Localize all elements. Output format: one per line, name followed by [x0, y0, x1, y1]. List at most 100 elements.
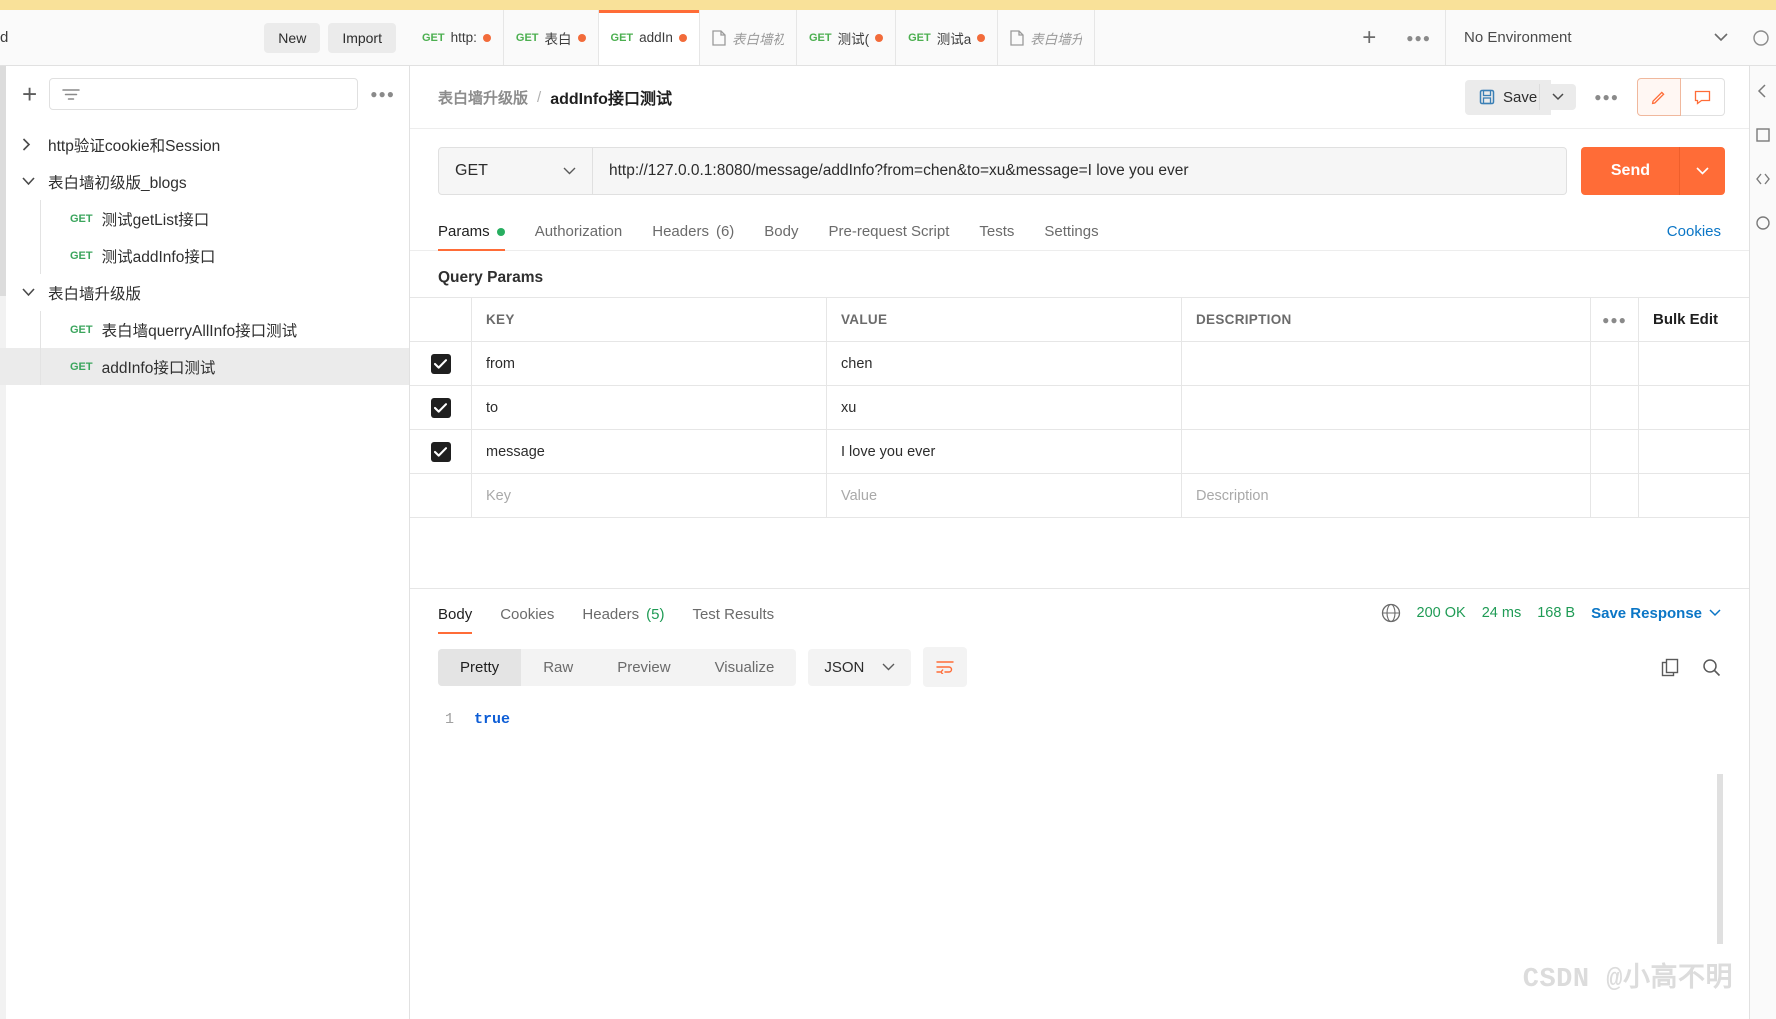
- params-options-button[interactable]: ●●●: [1591, 298, 1639, 341]
- request-tab-tests[interactable]: Tests: [979, 223, 1014, 250]
- tree-request-3[interactable]: GET 测试addInfo接口: [0, 237, 409, 274]
- tab-label: Body: [764, 223, 799, 240]
- request-tab-3[interactable]: 表白墙初: [699, 10, 797, 65]
- param-key-input[interactable]: from: [472, 342, 827, 385]
- response-tab-headers[interactable]: Headers (5): [582, 606, 664, 633]
- view-mode-visualize[interactable]: Visualize: [693, 649, 797, 686]
- sidebar-filter-input[interactable]: [49, 78, 359, 110]
- request-tab-5[interactable]: GET 测试a: [896, 10, 999, 65]
- request-tab-4[interactable]: GET 测试(: [796, 10, 897, 65]
- view-mode-raw[interactable]: Raw: [521, 649, 595, 686]
- header-right-icon-slot[interactable]: [1746, 10, 1776, 65]
- tab-count: (5): [646, 606, 665, 623]
- bulk-edit-button[interactable]: Bulk Edit: [1639, 298, 1749, 341]
- request-tab-body[interactable]: Body: [764, 223, 798, 250]
- word-wrap-button[interactable]: [923, 647, 968, 687]
- expand-toggle[interactable]: [22, 288, 48, 297]
- rail-code-icon[interactable]: [1756, 172, 1770, 186]
- edit-mode-button[interactable]: [1637, 78, 1681, 116]
- breadcrumb-collection[interactable]: 表白墙升级版: [438, 87, 528, 108]
- chevron-down-icon: [563, 167, 576, 175]
- request-tab-2[interactable]: GET addIn: [598, 10, 700, 65]
- response-tab-cookies[interactable]: Cookies: [500, 606, 554, 633]
- tab-options-button[interactable]: ●●●: [1392, 10, 1446, 65]
- request-tab-settings[interactable]: Settings: [1044, 223, 1098, 250]
- param-key-input[interactable]: message: [472, 430, 827, 473]
- breadcrumb-request-name[interactable]: addInfo接口测试: [550, 85, 672, 109]
- param-checkbox[interactable]: [430, 441, 451, 462]
- tree-collection-1[interactable]: 表白墙初级版_blogs: [0, 163, 409, 200]
- copy-button[interactable]: [1661, 658, 1680, 677]
- request-tab-1[interactable]: GET 表白‌: [503, 10, 599, 65]
- tree-item-method: GET: [70, 249, 93, 262]
- query-params-title: Query Params: [438, 269, 544, 286]
- response-body-actions: [1661, 658, 1721, 677]
- request-tab-headers[interactable]: Headers (6): [652, 223, 734, 250]
- param-key-input[interactable]: to: [472, 386, 827, 429]
- expand-toggle[interactable]: [22, 138, 48, 151]
- tree-item-label: http验证cookie和Session: [48, 137, 221, 155]
- save-button-label: Save: [1503, 88, 1538, 106]
- select-all-cell[interactable]: [410, 298, 472, 341]
- sidebar: + ●●● http验证cookie和Session 表白墙初级版_blogs GE…: [0, 66, 410, 1019]
- view-mode-pretty[interactable]: Pretty: [438, 648, 522, 686]
- new-param-value-input[interactable]: Value: [827, 474, 1182, 517]
- request-tab-authorization[interactable]: Authorization: [535, 223, 623, 250]
- view-mode-preview[interactable]: Preview: [595, 649, 692, 686]
- cookies-link[interactable]: Cookies: [1667, 223, 1721, 250]
- new-tab-button[interactable]: +: [1346, 10, 1392, 65]
- tree-request-2[interactable]: GET 测试getList接口: [0, 200, 409, 237]
- new-button[interactable]: New: [264, 22, 321, 53]
- tree-request-6[interactable]: GET addInfo接口测试: [0, 348, 409, 385]
- rail-layout-icon[interactable]: [1756, 128, 1770, 142]
- url-input[interactable]: http://127.0.0.1:8080/message/addInfo?fr…: [593, 147, 1567, 195]
- unsaved-indicator-icon: [875, 33, 884, 42]
- response-body-scrollbar[interactable]: [1717, 774, 1723, 944]
- import-button[interactable]: Import: [328, 22, 396, 53]
- tab-title: http:: [450, 30, 477, 45]
- header-truncated-label: d: [0, 29, 9, 46]
- rail-back-icon[interactable]: [1756, 84, 1770, 98]
- send-options-button[interactable]: [1679, 147, 1725, 195]
- unsaved-indicator-icon: [977, 33, 986, 42]
- request-more-button[interactable]: ●●●: [1588, 90, 1625, 104]
- new-param-description-input[interactable]: Description: [1182, 474, 1591, 517]
- tree-collection-0[interactable]: http验证cookie和Session: [0, 126, 409, 163]
- send-button[interactable]: Send: [1580, 147, 1680, 195]
- save-options-button[interactable]: [1539, 84, 1577, 110]
- view-mode-toggle-group: [1637, 78, 1725, 116]
- param-value-input[interactable]: I love you ever: [827, 430, 1182, 473]
- sidebar-add-button[interactable]: +: [22, 79, 37, 110]
- tab-method: GET: [422, 31, 445, 44]
- comment-button[interactable]: [1681, 78, 1725, 116]
- rail-info-icon[interactable]: [1756, 216, 1770, 230]
- environment-selector[interactable]: No Environment: [1446, 10, 1746, 65]
- search-body-button[interactable]: [1702, 658, 1721, 677]
- tree-request-5[interactable]: GET 表白墙querryAllInfo接口测试: [0, 311, 409, 348]
- param-description-input[interactable]: [1182, 430, 1591, 473]
- new-param-key-input[interactable]: Key: [472, 474, 827, 517]
- param-description-input[interactable]: [1182, 386, 1591, 429]
- tab-label: Tests: [979, 223, 1015, 240]
- http-method-selector[interactable]: GET: [438, 147, 593, 195]
- expand-toggle[interactable]: [22, 177, 48, 186]
- request-tab-6[interactable]: 表白墙升: [998, 10, 1096, 65]
- request-tab-0[interactable]: GET http:: [410, 10, 504, 65]
- param-checkbox[interactable]: [430, 397, 451, 418]
- request-tab-pre-request-script[interactable]: Pre-request Script: [829, 223, 950, 250]
- response-format-selector[interactable]: JSON: [808, 648, 912, 686]
- response-tab-body[interactable]: Body: [438, 606, 473, 634]
- tree-collection-4[interactable]: 表白墙升级版: [0, 274, 409, 311]
- sidebar-more-button[interactable]: ●●●: [370, 87, 395, 101]
- tree-guide-line: [40, 348, 41, 385]
- param-description-input[interactable]: [1182, 342, 1591, 385]
- chevron-down-icon: [22, 288, 35, 297]
- response-tab-test-results[interactable]: Test Results: [692, 606, 774, 633]
- param-value-input[interactable]: chen: [827, 342, 1182, 385]
- chevron-down-icon: [22, 177, 35, 186]
- param-value-input[interactable]: xu: [827, 386, 1182, 429]
- save-response-button[interactable]: Save Response: [1591, 605, 1721, 622]
- request-tab-params[interactable]: Params: [438, 223, 505, 251]
- param-checkbox[interactable]: [430, 353, 451, 374]
- response-body-viewer[interactable]: 1 true CSDN @小高不明: [410, 699, 1749, 1019]
